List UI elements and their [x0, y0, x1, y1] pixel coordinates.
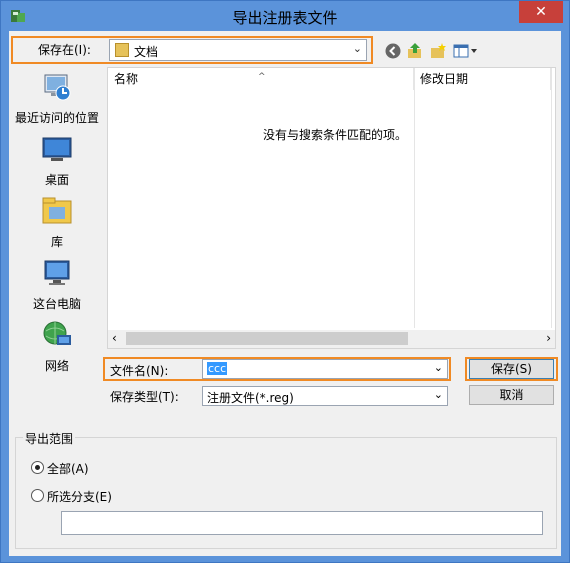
- export-registry-dialog: 导出注册表文件 ✕ 保存在(I): 文档 ⌄ 最近访问的位置 桌面 库 这台电脑…: [0, 0, 570, 563]
- radio-all[interactable]: [31, 461, 44, 474]
- file-list[interactable]: 名称 ^ 修改日期 没有与搜索条件匹配的项。 ‹ ›: [107, 67, 556, 349]
- file-name-input[interactable]: ccc ⌄: [202, 359, 448, 379]
- place-label: 这台电脑: [32, 297, 81, 311]
- close-button[interactable]: ✕: [519, 1, 563, 23]
- save-in-dropdown[interactable]: 文档 ⌄: [109, 39, 367, 61]
- place-recent[interactable]: 最近访问的位置: [9, 71, 105, 126]
- column-header-label: 修改日期: [420, 72, 469, 86]
- place-label: 桌面: [44, 173, 69, 187]
- chevron-down-icon[interactable]: ⌄: [434, 361, 443, 374]
- view-menu-icon[interactable]: [452, 42, 478, 60]
- cancel-button[interactable]: 取消: [469, 385, 554, 405]
- file-name-value: ccc: [207, 362, 228, 375]
- up-folder-icon[interactable]: [406, 42, 424, 60]
- place-label: 最近访问的位置: [14, 111, 99, 125]
- scrollbar-thumb[interactable]: [126, 332, 408, 345]
- place-network[interactable]: 网络: [9, 319, 105, 374]
- scroll-left-icon[interactable]: ‹: [112, 331, 117, 345]
- file-name-label: 文件名(N):: [110, 364, 169, 378]
- recent-places-icon: [44, 74, 71, 101]
- libraries-icon: [42, 197, 72, 224]
- title-bar: 导出注册表文件 ✕: [1, 1, 569, 31]
- back-icon[interactable]: [384, 42, 402, 60]
- place-libraries[interactable]: 库: [9, 195, 105, 250]
- file-type-label: 保存类型(T):: [110, 390, 179, 404]
- horizontal-scrollbar[interactable]: ‹ ›: [108, 330, 555, 348]
- save-in-label: 保存在(I):: [38, 43, 91, 57]
- radio-selected-branch-label[interactable]: 所选分支(E): [47, 488, 112, 505]
- folder-icon: [115, 43, 129, 57]
- save-in-value: 文档: [134, 45, 159, 59]
- column-separator: [551, 68, 552, 328]
- empty-list-message: 没有与搜索条件匹配的项。: [263, 128, 408, 142]
- dialog-body: 保存在(I): 文档 ⌄ 最近访问的位置 桌面 库 这台电脑 网络 名称 ^ 修…: [9, 31, 561, 556]
- place-label: 库: [50, 235, 63, 249]
- selected-branch-input[interactable]: [61, 511, 543, 535]
- column-header-modified[interactable]: 修改日期: [414, 68, 551, 90]
- file-type-value: 注册文件(*.reg): [207, 391, 294, 405]
- file-type-dropdown[interactable]: 注册文件(*.reg) ⌄: [202, 386, 448, 406]
- new-folder-icon[interactable]: [429, 42, 447, 60]
- radio-selected-branch[interactable]: [31, 489, 44, 502]
- places-bar: 最近访问的位置 桌面 库 这台电脑 网络: [9, 67, 105, 373]
- save-button[interactable]: 保存(S): [469, 359, 554, 379]
- column-header-name[interactable]: 名称 ^: [108, 68, 414, 90]
- radio-all-label[interactable]: 全部(A): [47, 460, 89, 477]
- column-header-label: 名称: [114, 72, 139, 86]
- column-separator: [414, 68, 415, 328]
- place-desktop[interactable]: 桌面: [9, 133, 105, 188]
- network-icon: [43, 321, 71, 345]
- export-range-title: 导出范围: [23, 430, 76, 447]
- dialog-title: 导出注册表文件: [232, 9, 338, 27]
- place-this-pc[interactable]: 这台电脑: [9, 257, 105, 312]
- chevron-down-icon: ⌄: [352, 42, 362, 55]
- place-label: 网络: [44, 359, 69, 373]
- this-pc-icon: [44, 260, 70, 285]
- chevron-down-icon: ⌄: [433, 388, 443, 401]
- sort-up-icon: ^: [258, 72, 266, 82]
- desktop-icon: [42, 137, 72, 161]
- scroll-right-icon[interactable]: ›: [546, 331, 551, 345]
